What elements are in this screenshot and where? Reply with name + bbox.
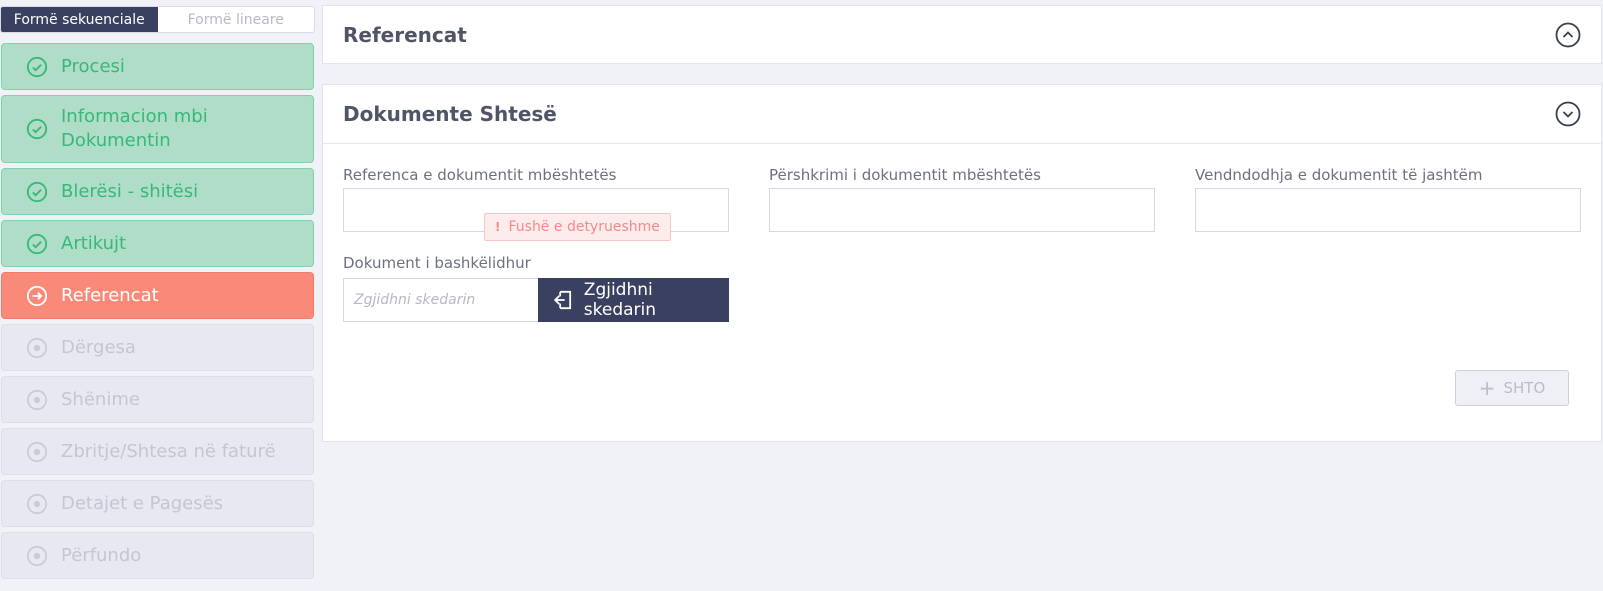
dot-circle-icon [26, 493, 48, 514]
plus-icon: + [1478, 376, 1496, 400]
error-text: Fushë e detyrueshme [508, 219, 660, 235]
file-import-icon [553, 290, 572, 310]
choose-file-label: Zgjidhni skedarin [583, 280, 657, 320]
step-referencat[interactable]: Referencat [1, 272, 314, 319]
step-label: Artikujt [61, 232, 127, 254]
step-label: Detajet e Pagesës [61, 492, 224, 514]
attachment-file-input[interactable]: Zgjidhni skedarin [343, 278, 539, 322]
dot-circle-icon [26, 337, 48, 358]
attachment-label: Dokument i bashkëlidhur [343, 254, 531, 272]
step-label: Përfundo [61, 544, 142, 566]
check-circle-icon [26, 118, 48, 140]
step-dergesa[interactable]: Dërgesa [1, 324, 314, 371]
dot-circle-icon [26, 389, 48, 410]
check-circle-icon [26, 56, 48, 77]
step-detajet-pageses[interactable]: Detajet e Pagesës [1, 480, 314, 527]
form-mode-toggle: Formë sekuenciale Formë lineare [0, 6, 315, 33]
step-procesi[interactable]: Procesi [1, 43, 314, 90]
description-label: Përshkrimi i dokumentit mbështetës [769, 166, 1041, 184]
step-label: Dërgesa [61, 336, 136, 358]
required-field-error: ! Fushë e detyrueshme [484, 213, 671, 241]
step-informacion-dokumentin[interactable]: Informacion mbi Dokumentin [1, 95, 314, 163]
dot-circle-icon [26, 545, 48, 566]
step-label: Informacion mbi Dokumentin [61, 106, 208, 151]
sequential-mode-button[interactable]: Formë sekuenciale [1, 7, 158, 32]
check-circle-icon [26, 181, 48, 202]
step-perfundo[interactable]: Përfundo [1, 532, 314, 579]
choose-file-button[interactable]: Zgjidhni skedarin [538, 278, 729, 322]
location-label: Vendndodhja e dokumentit të jashtëm [1195, 166, 1483, 184]
additional-documents-panel: Dokumente Shtesë Referenca e dokumentit … [322, 84, 1602, 442]
additional-documents-title: Dokumente Shtesë [343, 102, 557, 126]
step-bleresi-shitesi[interactable]: Blerësi - shitësi [1, 168, 314, 215]
linear-mode-button[interactable]: Formë lineare [158, 7, 315, 32]
references-panel-title: Referencat [343, 23, 467, 47]
step-label: Procesi [61, 55, 125, 77]
dot-circle-icon [26, 441, 48, 462]
step-zbritje-shtesa[interactable]: Zbritje/Shtesa në faturë [1, 428, 314, 475]
add-button-label: SHTO [1503, 379, 1546, 397]
step-sidebar: Formë sekuenciale Formë lineare Procesi … [0, 0, 315, 591]
step-label: Zbritje/Shtesa në faturë [61, 440, 276, 462]
step-label: Referencat [61, 284, 159, 306]
references-panel-header[interactable]: Referencat [323, 6, 1601, 64]
location-input[interactable] [1195, 188, 1581, 232]
chevron-up-icon[interactable] [1555, 22, 1581, 48]
step-label: Shënime [61, 388, 140, 410]
step-label: Blerësi - shitësi [61, 180, 199, 202]
step-shenime[interactable]: Shënime [1, 376, 314, 423]
references-panel: Referencat [322, 5, 1602, 64]
check-circle-icon [26, 233, 48, 254]
step-artikujt[interactable]: Artikujt [1, 220, 314, 267]
exclamation-icon: ! [495, 220, 501, 234]
arrow-circle-right-icon [26, 285, 48, 306]
add-button[interactable]: + SHTO [1455, 370, 1569, 406]
additional-documents-body: Referenca e dokumentit mbështetës ! Fush… [323, 143, 1601, 443]
reference-label: Referenca e dokumentit mbështetës [343, 166, 617, 184]
chevron-down-icon[interactable] [1555, 101, 1581, 127]
additional-documents-header[interactable]: Dokumente Shtesë [323, 85, 1601, 143]
description-input[interactable] [769, 188, 1155, 232]
